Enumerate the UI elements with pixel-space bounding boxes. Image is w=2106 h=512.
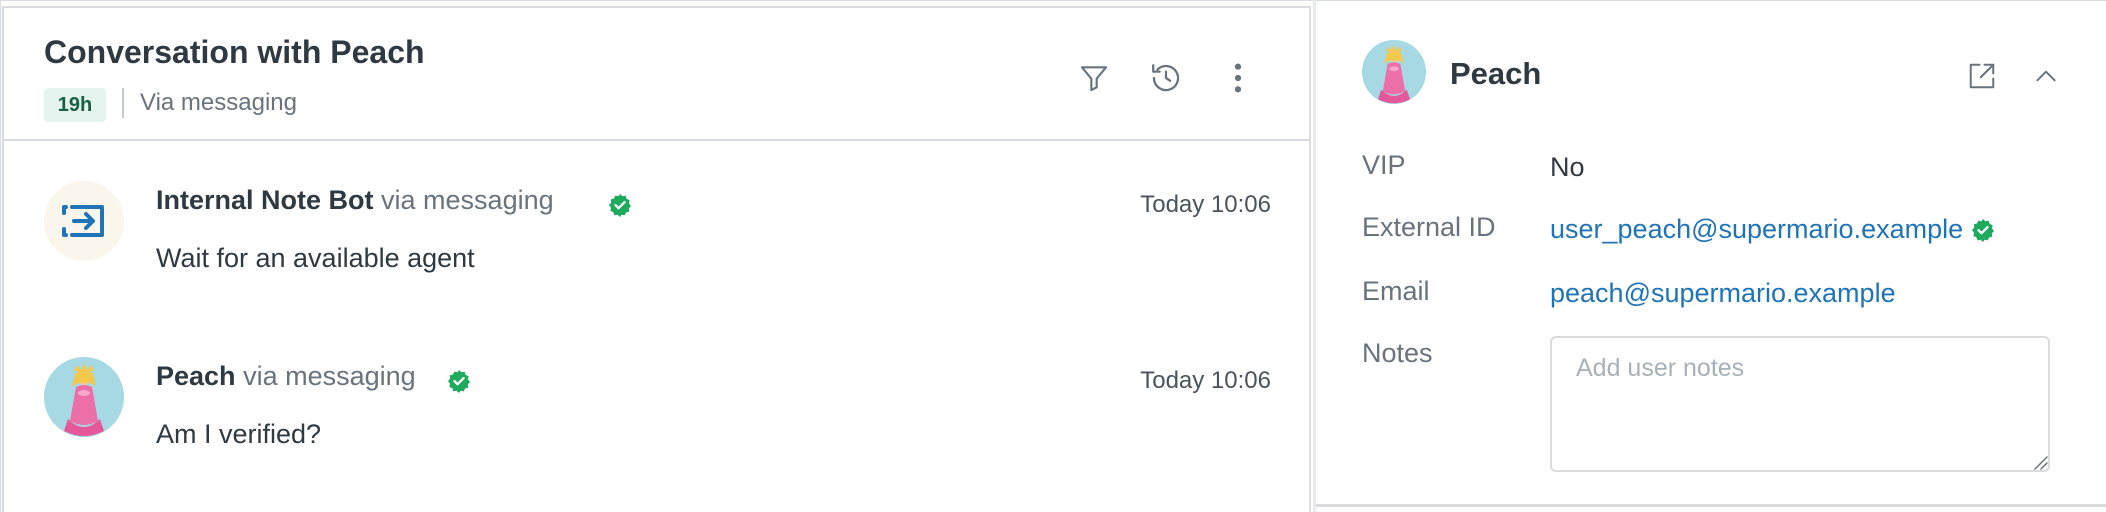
field-value-external-id: user_peach@supermario.example — [1550, 214, 1995, 245]
field-label-notes: Notes — [1362, 338, 1433, 368]
peach-avatar[interactable] — [44, 357, 124, 437]
verified-icon — [1972, 218, 1995, 242]
field-value-vip: No — [1550, 152, 1585, 182]
panel-bottom-divider — [1316, 504, 2106, 507]
user-name: Peach — [1450, 56, 1542, 91]
verified-icon — [448, 370, 470, 393]
channel-label: Via messaging — [140, 89, 297, 116]
field-label-external-id: External ID — [1362, 212, 1496, 242]
field-label-vip: VIP — [1362, 150, 1406, 180]
external-id-link[interactable]: user_peach@supermario.example — [1550, 214, 1963, 245]
message-body: Wait for an available agent — [156, 243, 475, 273]
sender-via: via messaging — [243, 361, 416, 391]
filter-icon[interactable] — [1074, 58, 1114, 98]
age-badge: 19h — [44, 88, 106, 122]
message-body: Am I verified? — [156, 419, 322, 449]
peach-avatar-image — [1362, 40, 1426, 104]
verified-icon — [609, 194, 631, 217]
bot-avatar — [44, 181, 124, 261]
sender-name: Internal Note Bot — [156, 185, 374, 215]
conversation-title: Conversation with Peach — [44, 34, 425, 70]
chevron-up-icon[interactable] — [2028, 58, 2064, 94]
bot-icon — [62, 205, 104, 237]
more-options-icon[interactable] — [1218, 58, 1258, 98]
sender-name: Peach — [156, 361, 236, 391]
field-label-email: Email — [1362, 276, 1430, 306]
user-notes-field[interactable] — [1550, 336, 2050, 472]
message-time: Today 10:06 — [1140, 191, 1271, 218]
conversation-header: Conversation with Peach 19h Via messagin… — [4, 8, 1309, 141]
header-separator — [122, 88, 124, 118]
open-external-icon[interactable] — [1964, 58, 2000, 94]
email-link[interactable]: peach@supermario.example — [1550, 278, 1896, 308]
field-value-email: peach@supermario.example — [1550, 278, 1896, 309]
resize-grip-icon[interactable] — [2032, 454, 2048, 470]
message-sender: Peach via messaging — [156, 361, 416, 392]
history-icon[interactable] — [1146, 58, 1186, 98]
message-time: Today 10:06 — [1140, 367, 1271, 394]
conversation-pane: Conversation with Peach 19h Via messagin… — [2, 6, 1311, 512]
user-avatar — [1362, 40, 1426, 104]
user-panel: Peach VIP No External ID user_peach@supe… — [1316, 6, 2106, 512]
message-sender: Internal Note Bot via messaging — [156, 185, 554, 216]
peach-avatar-image — [44, 357, 124, 437]
sender-via: via messaging — [381, 185, 554, 215]
